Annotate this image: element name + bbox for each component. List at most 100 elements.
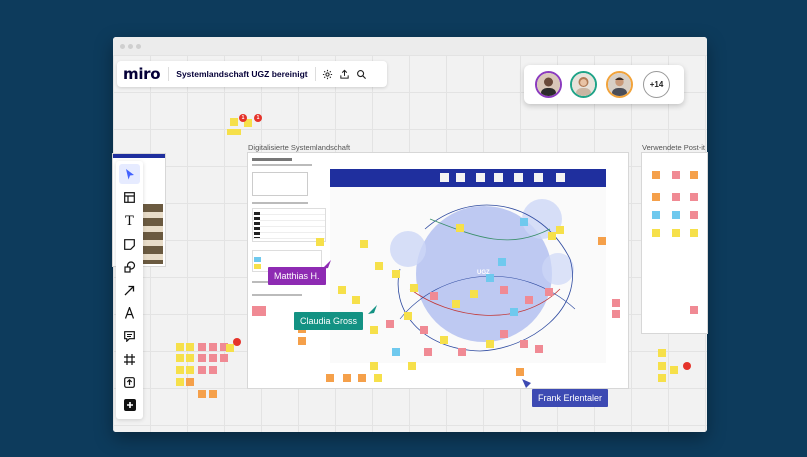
- sticky-note[interactable]: [500, 286, 508, 294]
- sticky-note[interactable]: [198, 343, 206, 351]
- sticky-note-tool[interactable]: [119, 234, 140, 254]
- sticky-note[interactable]: [198, 390, 206, 398]
- sticky-note[interactable]: [420, 326, 428, 334]
- comment-badge[interactable]: [233, 338, 241, 346]
- sticky-note[interactable]: [186, 366, 194, 374]
- sticky-note[interactable]: [386, 320, 394, 328]
- sticky-note[interactable]: [404, 312, 412, 320]
- sticky-note[interactable]: [186, 343, 194, 351]
- sticky-note[interactable]: [690, 306, 698, 314]
- sticky-note[interactable]: [392, 270, 400, 278]
- comment-badge[interactable]: 1: [239, 114, 247, 122]
- comment-tool[interactable]: [119, 326, 140, 346]
- sticky-note[interactable]: [370, 362, 378, 370]
- sticky-note[interactable]: [392, 348, 400, 356]
- sticky-note[interactable]: [545, 288, 553, 296]
- sticky-note[interactable]: [672, 211, 680, 219]
- template-tool[interactable]: [119, 187, 140, 207]
- sticky-note[interactable]: [209, 366, 217, 374]
- more-collaborators-badge[interactable]: +14: [643, 71, 670, 98]
- sticky-note[interactable]: [652, 171, 660, 179]
- sticky-note[interactable]: [458, 348, 466, 356]
- sticky-note[interactable]: [652, 211, 660, 219]
- sticky-note[interactable]: [520, 218, 528, 226]
- sticky-note[interactable]: [612, 299, 620, 307]
- sticky-note[interactable]: [672, 229, 680, 237]
- sticky-note[interactable]: [209, 354, 217, 362]
- sticky-note[interactable]: [209, 390, 217, 398]
- sticky-note[interactable]: [410, 284, 418, 292]
- sticky-note[interactable]: [486, 274, 494, 282]
- sticky-note[interactable]: [360, 240, 368, 248]
- sticky-note[interactable]: [338, 286, 346, 294]
- sticky-note[interactable]: [227, 129, 241, 135]
- sticky-note[interactable]: [535, 345, 543, 353]
- sticky-note[interactable]: [658, 349, 666, 357]
- sticky-note[interactable]: [516, 368, 524, 376]
- more-apps-tool[interactable]: [119, 395, 140, 415]
- sticky-note[interactable]: [670, 366, 678, 374]
- collaborator-avatar-1[interactable]: [535, 71, 562, 98]
- sticky-note[interactable]: [424, 348, 432, 356]
- sticky-note[interactable]: [326, 374, 334, 382]
- sticky-note[interactable]: [186, 354, 194, 362]
- sticky-note[interactable]: [486, 340, 494, 348]
- sticky-note[interactable]: [658, 362, 666, 370]
- collaborator-avatar-2[interactable]: [570, 71, 597, 98]
- sticky-note[interactable]: [658, 374, 666, 382]
- line-tool[interactable]: [119, 280, 140, 300]
- sticky-note[interactable]: [316, 238, 324, 246]
- sticky-note[interactable]: [176, 366, 184, 374]
- text-tool[interactable]: T: [119, 211, 140, 231]
- sticky-note[interactable]: [652, 193, 660, 201]
- frame-title-main[interactable]: Digitalisierte Systemlandschaft: [248, 143, 350, 152]
- sticky-note[interactable]: [375, 262, 383, 270]
- collaborator-avatar-3[interactable]: [606, 71, 633, 98]
- sticky-note[interactable]: [525, 296, 533, 304]
- sticky-note[interactable]: [352, 296, 360, 304]
- sticky-note[interactable]: [690, 193, 698, 201]
- sticky-note[interactable]: [556, 226, 564, 234]
- sticky-note[interactable]: [440, 336, 448, 344]
- sticky-note[interactable]: [470, 290, 478, 298]
- sticky-note[interactable]: [374, 374, 382, 382]
- sticky-note[interactable]: [209, 343, 217, 351]
- sticky-note[interactable]: [230, 118, 238, 126]
- sticky-note[interactable]: [186, 378, 194, 386]
- sticky-note[interactable]: [690, 211, 698, 219]
- sticky-note[interactable]: [358, 374, 366, 382]
- sticky-note[interactable]: [652, 229, 660, 237]
- sticky-note[interactable]: [672, 171, 680, 179]
- sticky-note[interactable]: [408, 362, 416, 370]
- sticky-note[interactable]: [690, 171, 698, 179]
- sticky-note[interactable]: [612, 310, 620, 318]
- sticky-note[interactable]: [370, 326, 378, 334]
- sticky-note[interactable]: [298, 337, 306, 345]
- pen-tool[interactable]: [119, 303, 140, 323]
- share-icon[interactable]: [336, 66, 353, 83]
- settings-icon[interactable]: [319, 66, 336, 83]
- frame-title-right[interactable]: Verwendete Post-it: [642, 143, 705, 152]
- sticky-note[interactable]: [176, 354, 184, 362]
- sticky-note[interactable]: [343, 374, 351, 382]
- sticky-note[interactable]: [430, 292, 438, 300]
- sticky-note[interactable]: [690, 229, 698, 237]
- sticky-note[interactable]: [198, 366, 206, 374]
- sticky-note[interactable]: [510, 308, 518, 316]
- comment-badge[interactable]: [683, 362, 691, 370]
- board-title[interactable]: Systemlandschaft UGZ bereinigt: [169, 69, 314, 79]
- sticky-note[interactable]: [548, 232, 556, 240]
- sticky-note[interactable]: [176, 378, 184, 386]
- sticky-note[interactable]: [220, 354, 228, 362]
- search-icon[interactable]: [353, 66, 370, 83]
- sticky-note[interactable]: [520, 340, 528, 348]
- sticky-note[interactable]: [456, 224, 464, 232]
- sticky-note[interactable]: [672, 193, 680, 201]
- sticky-note[interactable]: [500, 330, 508, 338]
- shapes-tool[interactable]: [119, 257, 140, 277]
- sticky-note[interactable]: [176, 343, 184, 351]
- sticky-note[interactable]: [498, 258, 506, 266]
- sticky-note[interactable]: [198, 354, 206, 362]
- sticky-note[interactable]: [452, 300, 460, 308]
- select-tool[interactable]: [119, 164, 140, 184]
